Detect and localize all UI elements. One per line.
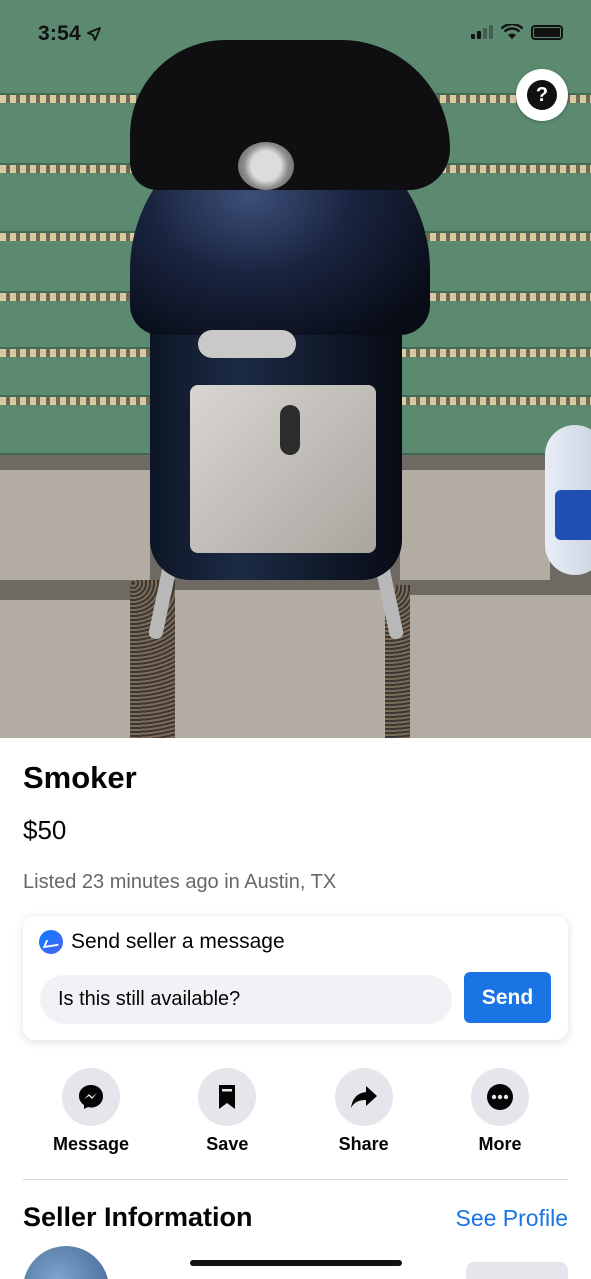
paver-stone: [400, 470, 550, 580]
bookmark-icon: [219, 1085, 236, 1109]
more-dots-icon: [486, 1084, 513, 1110]
cellular-signal-icon: [471, 25, 493, 39]
thermometer: [238, 142, 294, 190]
message-input[interactable]: [40, 975, 452, 1024]
section-divider: [23, 1179, 568, 1180]
status-time: 3:54: [38, 22, 101, 46]
listing-price: $50: [23, 815, 67, 845]
paver-stone: [0, 470, 150, 580]
message-seller-card: Send seller a message Send: [23, 916, 568, 1040]
message-card-heading: Send seller a message: [71, 930, 285, 953]
see-profile-link[interactable]: See Profile: [455, 1205, 568, 1232]
message-card-header: Send seller a message: [39, 930, 285, 954]
listing-meta: Listed 23 minutes ago in Austin, TX: [23, 871, 337, 893]
action-more-label: More: [478, 1134, 522, 1154]
door-knob: [280, 405, 300, 455]
action-row: Message Save Share More: [23, 1068, 568, 1155]
action-more[interactable]: More: [432, 1068, 568, 1155]
action-save-circle[interactable]: [198, 1068, 257, 1126]
home-indicator[interactable]: [190, 1260, 402, 1266]
battery-icon: [531, 24, 563, 40]
action-share[interactable]: Share: [296, 1068, 432, 1155]
seller-follow-button[interactable]: [466, 1262, 568, 1279]
lid-handle: [198, 330, 296, 358]
messenger-icon: [39, 930, 63, 954]
action-save-label: Save: [206, 1134, 249, 1154]
listing-title: Smoker: [23, 760, 137, 795]
paver-stone: [0, 600, 130, 738]
messenger-icon: [79, 1085, 103, 1109]
seller-info-heading: Seller Information: [23, 1202, 253, 1232]
help-icon: ?: [527, 80, 557, 110]
action-message[interactable]: Message: [23, 1068, 159, 1155]
paver-stone: [410, 595, 591, 738]
wifi-icon: [501, 24, 523, 39]
share-arrow-icon: [350, 1086, 377, 1108]
tank-label: [555, 490, 591, 540]
action-share-circle[interactable]: [334, 1068, 393, 1126]
action-save[interactable]: Save: [159, 1068, 295, 1155]
action-share-label: Share: [338, 1134, 389, 1154]
status-time-label: 3:54: [38, 22, 81, 45]
listing-photo[interactable]: [0, 0, 591, 738]
paver-stone: [175, 590, 385, 738]
action-more-circle[interactable]: [470, 1068, 529, 1126]
location-arrow-icon: [86, 27, 101, 42]
action-message-label: Message: [52, 1134, 130, 1154]
status-icons: [471, 24, 563, 40]
seller-avatar[interactable]: [23, 1246, 109, 1279]
send-button[interactable]: Send: [464, 972, 551, 1023]
action-message-circle[interactable]: [62, 1068, 120, 1126]
help-button[interactable]: ?: [516, 69, 568, 121]
